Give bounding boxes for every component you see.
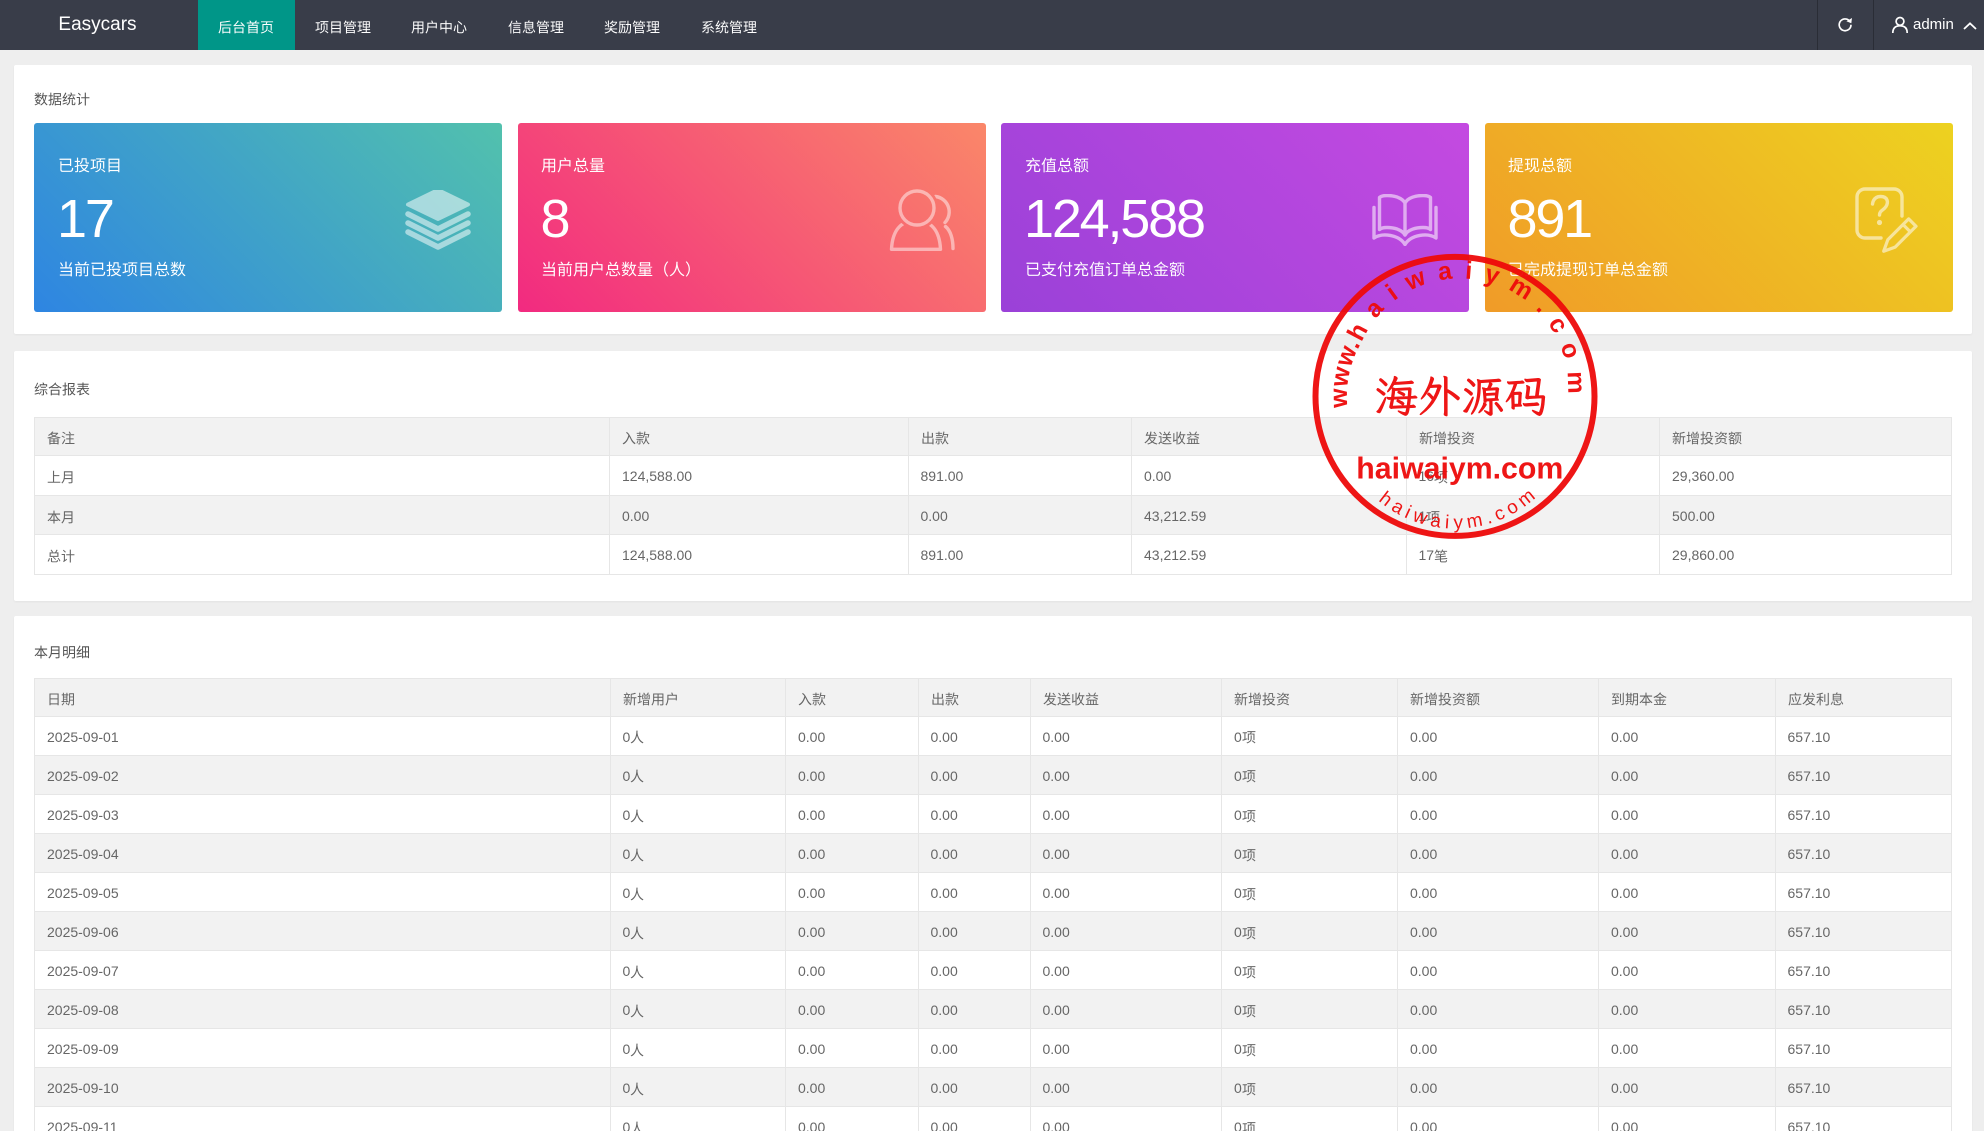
svg-text:haiwaiym.com: haiwaiym.com	[1356, 451, 1563, 486]
svg-text:www.: www.	[1325, 334, 1366, 409]
